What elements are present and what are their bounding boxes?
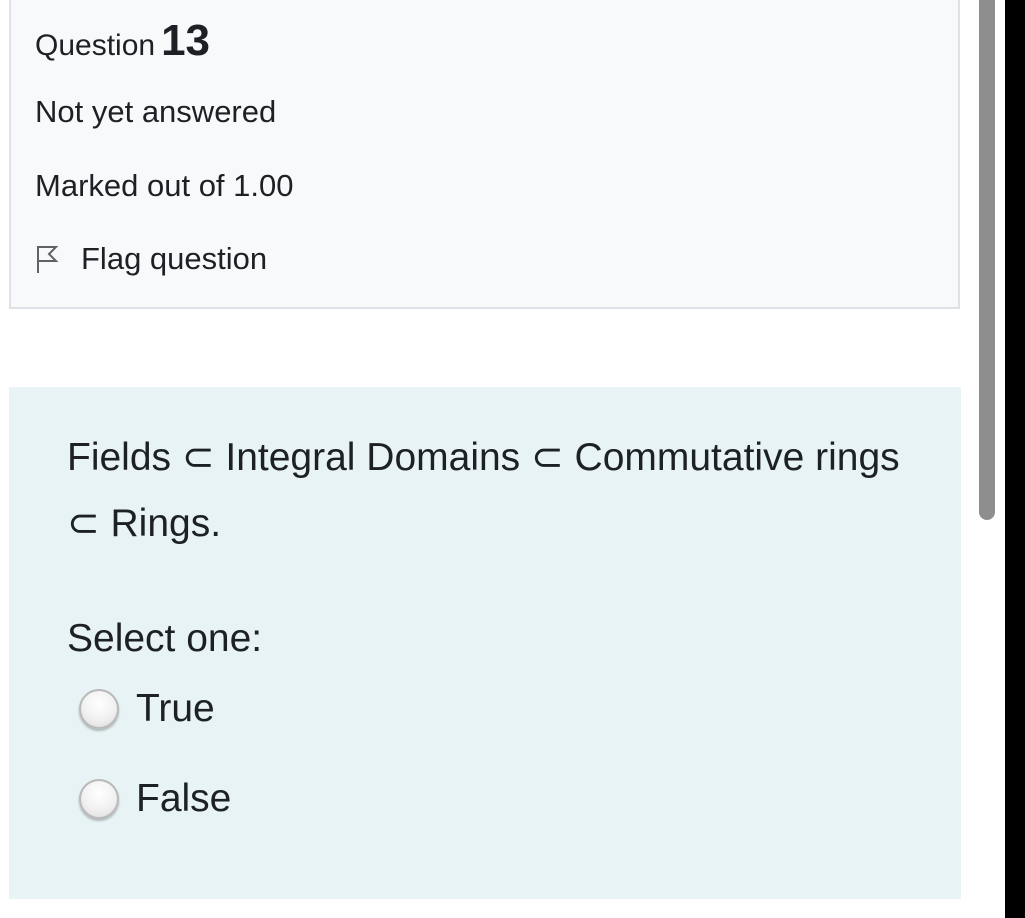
answer-label-false: False <box>136 777 232 820</box>
question-info-panel: Question 13 Not yet answered Marked out o… <box>9 0 960 309</box>
question-text: Fields ⊂ Integral Domains ⊂ Commutative … <box>67 436 900 545</box>
question-state: Not yet answered <box>35 94 277 129</box>
question-heading: Question 13 <box>35 16 210 66</box>
screen-edge <box>1005 0 1025 918</box>
answer-option-true[interactable]: True <box>79 687 215 731</box>
question-grade: Marked out of 1.00 <box>35 168 294 203</box>
question-number: 13 <box>161 16 211 65</box>
flag-question-link[interactable]: Flag question <box>35 241 267 277</box>
scrollbar-thumb[interactable] <box>979 0 995 520</box>
answer-label-true: True <box>136 687 215 730</box>
flag-question-label: Flag question <box>81 241 268 276</box>
radio-button-false[interactable] <box>79 779 119 819</box>
question-content-panel: Fields ⊂ Integral Domains ⊂ Commutative … <box>9 387 961 899</box>
question-label: Question <box>35 29 156 62</box>
flag-icon <box>35 244 59 274</box>
radio-button-true[interactable] <box>79 689 119 729</box>
answer-option-false[interactable]: False <box>79 777 231 821</box>
select-one-prompt: Select one: <box>67 617 263 660</box>
quiz-page: Question 13 Not yet answered Marked out o… <box>0 0 1025 918</box>
